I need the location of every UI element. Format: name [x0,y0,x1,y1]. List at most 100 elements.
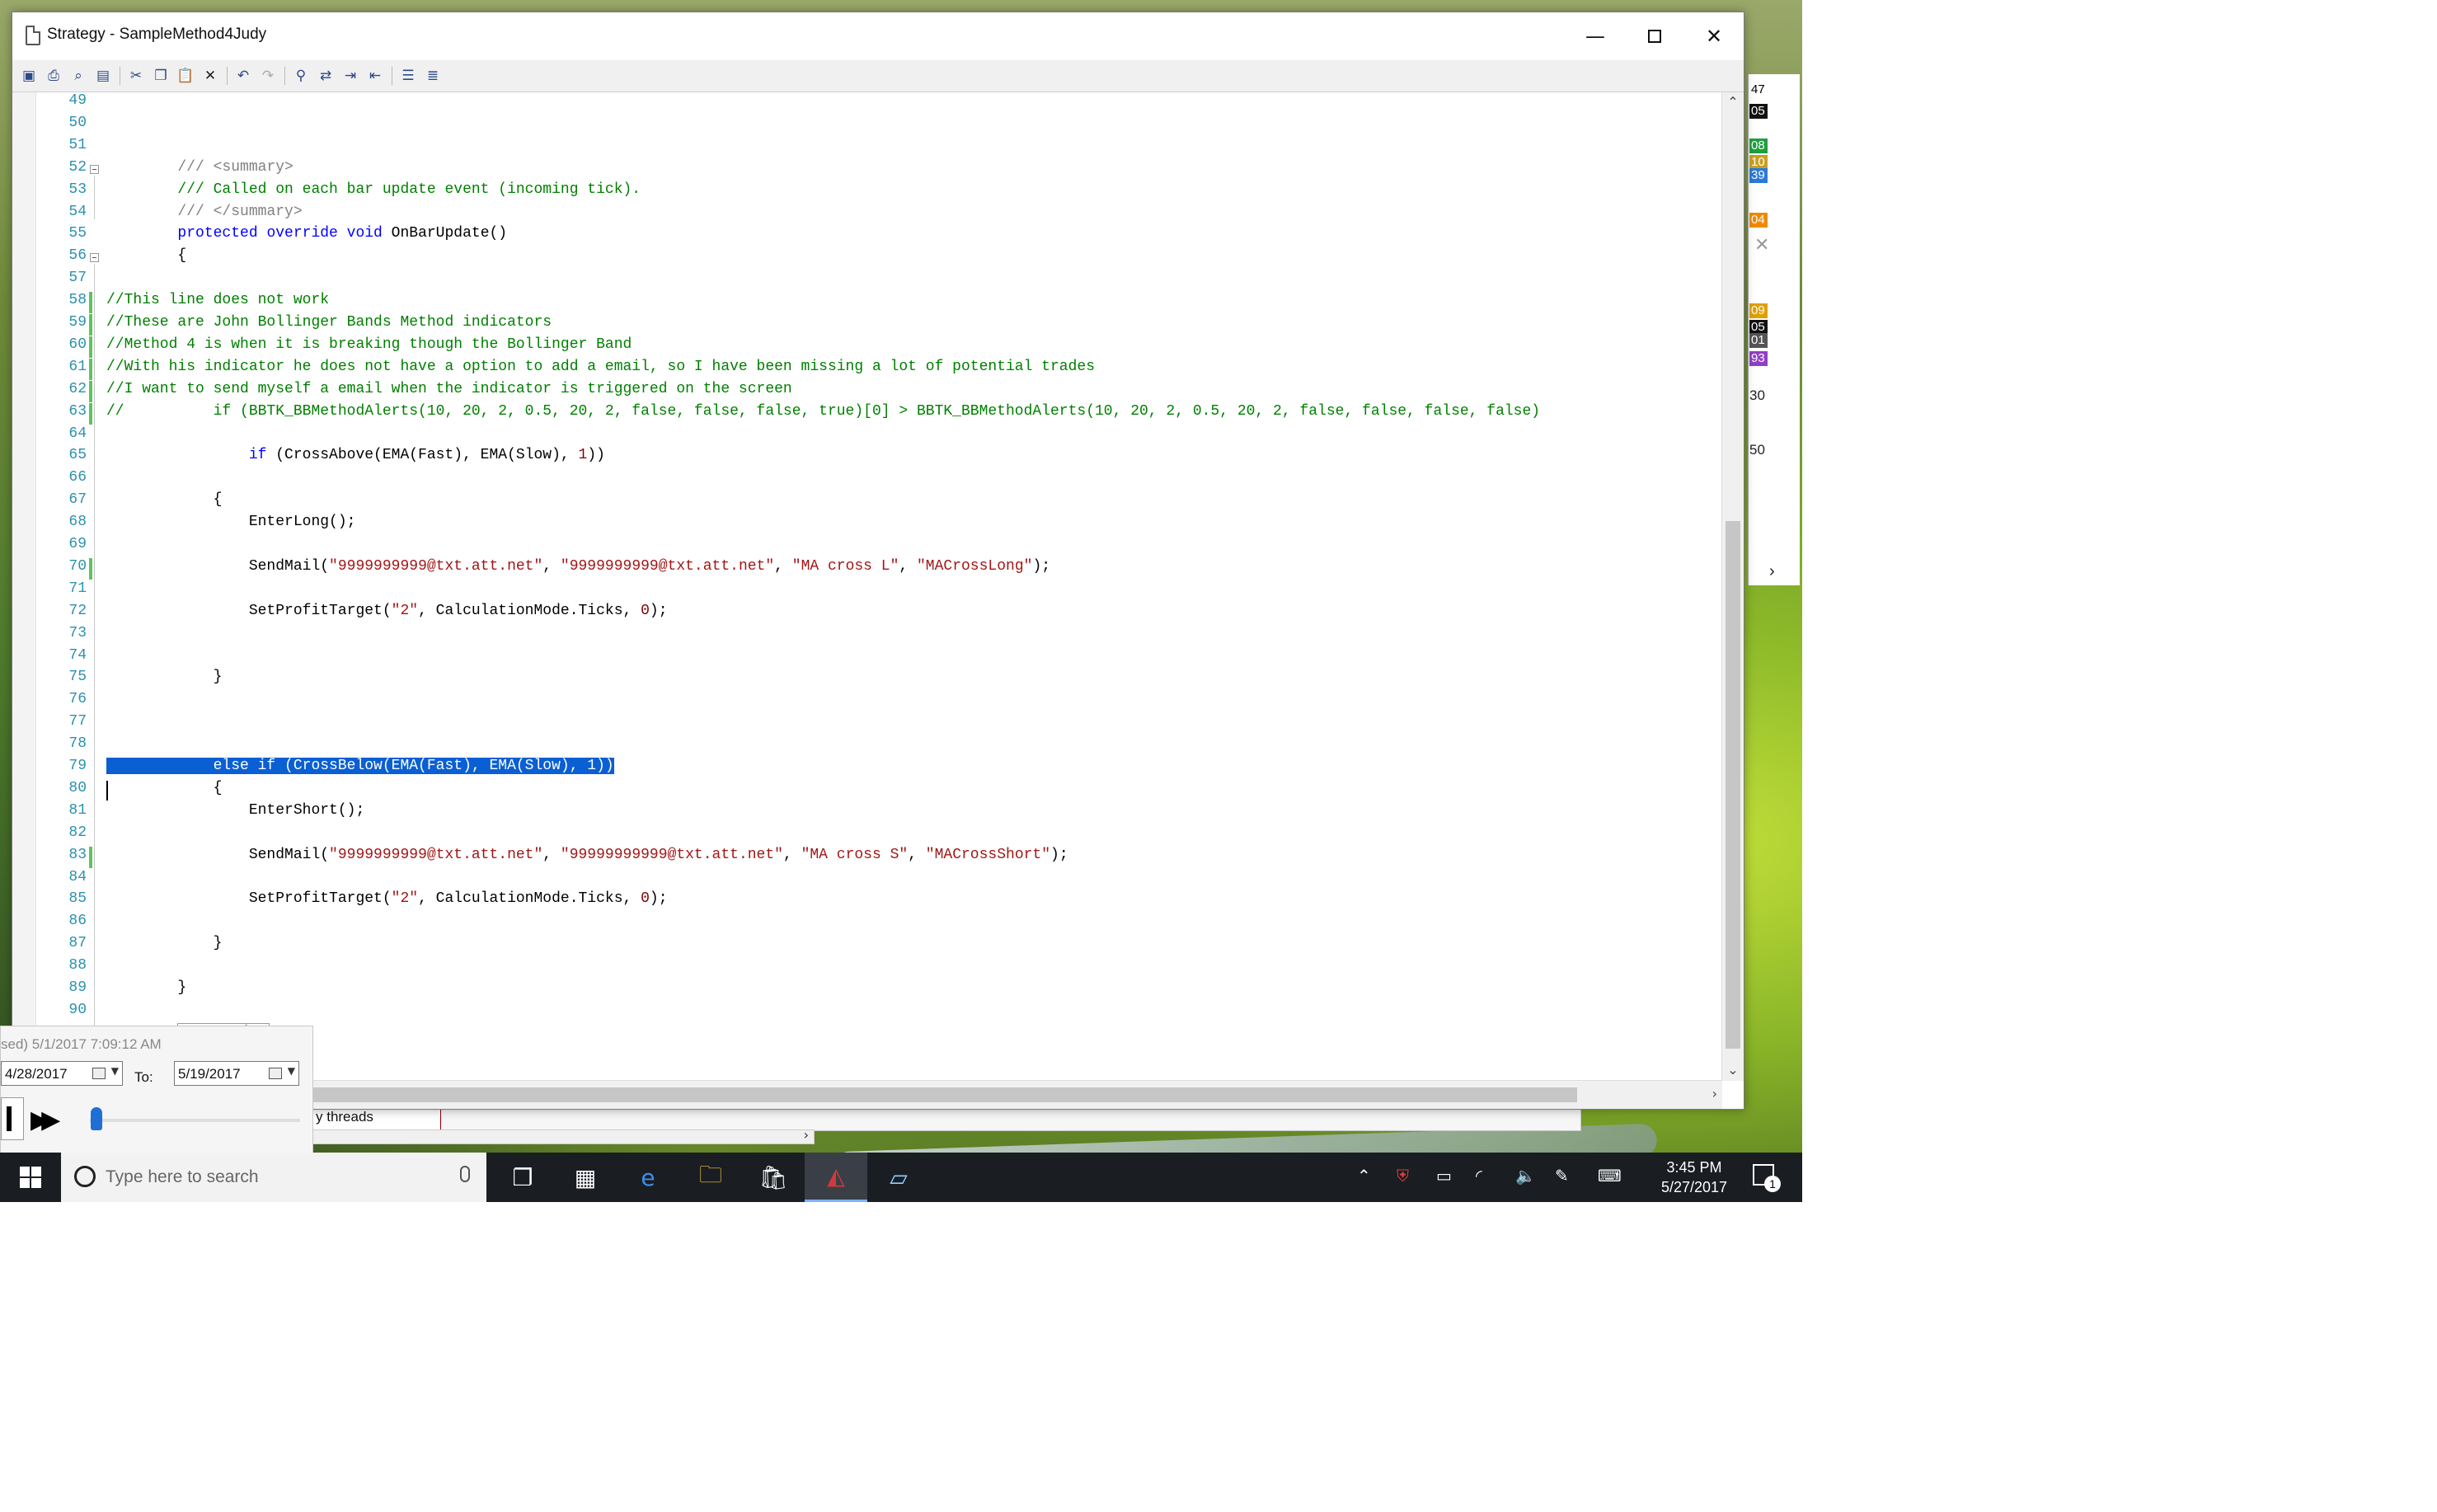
notepad-icon[interactable]: ▱ [867,1153,930,1202]
taskbar-search-box[interactable]: Type here to search [61,1153,486,1202]
code-line[interactable]: 58 //This line does not work [12,292,1719,314]
code-line[interactable]: 63 // if (BBTK_BBMethodAlerts(10, 20, 2, … [12,402,1719,425]
code-line[interactable]: 84 [12,869,1719,890]
cut-icon[interactable]: ✂ [126,67,146,85]
vertical-scroll-thumb[interactable] [1726,521,1740,1049]
indent-icon[interactable]: ⇥ [340,67,360,85]
code-line[interactable]: 72 SetProfitTarget("2", CalculationMode.… [12,603,1719,624]
code-line[interactable]: 88 [12,957,1719,979]
pen-icon[interactable]: ✎ [1555,1166,1569,1186]
ninjatrader-icon[interactable]: ◭ [805,1153,867,1202]
code-line[interactable]: 53 /// Called on each bar update event (… [12,181,1719,203]
dropdown-arrow-icon[interactable]: ▼ [111,1065,119,1077]
code-line[interactable]: 49 [12,92,1719,114]
code-line[interactable]: 83 SendMail("9999999999@txt.att.net", "9… [12,846,1719,868]
code-line[interactable]: 86 [12,913,1719,934]
code-line[interactable]: 73 [12,625,1719,646]
shield-icon[interactable]: ⛨ [1397,1166,1409,1186]
background-close-icon[interactable]: ✕ [1754,234,1769,256]
code-line[interactable]: 68 EnterLong(); [12,514,1719,535]
code-line[interactable]: 75 } [12,669,1719,690]
background-scrollbar[interactable]: › [310,1127,815,1144]
battery-icon[interactable]: ▭ [1436,1166,1452,1186]
code-line[interactable]: 77 [12,713,1719,735]
scroll-down-icon[interactable]: ⌄ [1722,1062,1744,1078]
scroll-right-icon[interactable]: › [1712,1086,1717,1101]
code-line[interactable]: 89 } [12,979,1719,1001]
fast-forward-button[interactable]: ▶▶ [31,1106,60,1134]
fold-toggle-icon[interactable] [90,164,99,174]
playback-slider-thumb[interactable] [91,1107,103,1130]
undo-icon[interactable]: ↶ [233,67,253,85]
replace-icon[interactable]: ⇄ [316,67,336,85]
edge-icon[interactable]: e [617,1153,679,1202]
uncomment-icon[interactable]: ≣ [423,67,443,85]
background-chevron-right-icon[interactable]: › [1769,562,1775,581]
start-button[interactable] [0,1153,61,1202]
code-line[interactable]: 78 [12,735,1719,757]
vertical-scrollbar[interactable]: ⌃ ⌄ [1721,92,1744,1081]
code-line[interactable]: 51 [12,137,1719,158]
code-line[interactable]: 85 SetProfitTarget("2", CalculationMode.… [12,890,1719,912]
microphone-icon[interactable] [460,1166,470,1182]
find-icon[interactable]: ⚲ [291,67,311,85]
code-editor[interactable]: 49 50 51 52 /// <summary> 53 /// Called on e… [12,92,1744,1109]
paste-icon[interactable]: 📋 [176,67,195,85]
task-view-icon[interactable]: ❐ [491,1153,554,1202]
delete-icon[interactable]: ✕ [200,67,220,85]
to-date-picker[interactable]: 5/19/2017 ▼ [174,1061,299,1086]
code-line[interactable]: 64 [12,425,1719,447]
save-icon[interactable]: ▣ [19,67,39,85]
code-line[interactable]: 82 [12,824,1719,846]
from-date-picker[interactable]: 4/28/2017 ▼ [1,1061,123,1086]
dropdown-arrow-icon[interactable]: ▼ [288,1065,295,1077]
code-line[interactable]: 81 EnterShort(); [12,802,1719,824]
outdent-icon[interactable]: ⇤ [365,67,385,85]
code-line[interactable]: 57 [12,270,1719,291]
action-center-icon[interactable]: 1 [1753,1164,1781,1192]
scroll-right-icon[interactable]: › [804,1127,809,1143]
title-bar[interactable]: Strategy - SampleMethod4Judy — ✕ [12,12,1744,60]
code-line[interactable]: 50 [12,115,1719,136]
code-line[interactable]: 80 { [12,780,1719,801]
code-line[interactable]: 90 [12,1002,1719,1023]
print-icon[interactable]: ⎙ [44,67,63,85]
copy-icon[interactable]: ❐ [151,67,171,85]
keyboard-icon[interactable]: ⌨ [1598,1166,1622,1186]
playback-slider-track[interactable] [90,1119,300,1122]
file-explorer-icon[interactable]: 🗀 [679,1153,742,1202]
code-line[interactable]: 69 [12,536,1719,557]
close-button[interactable]: ✕ [1684,12,1744,60]
redo-icon[interactable]: ↷ [258,67,278,85]
wifi-icon[interactable]: ◜ [1476,1166,1482,1186]
taskbar-clock[interactable]: 3:45 PM 5/27/2017 [1649,1157,1740,1197]
code-line[interactable]: 74 [12,647,1719,669]
code-line[interactable]: 54 /// </summary> [12,204,1719,225]
code-line[interactable]: 61 //With his indicator he does not have … [12,358,1719,380]
code-line[interactable]: 87 } [12,935,1719,956]
page-setup-icon[interactable]: ▤ [93,67,113,85]
calculator-icon[interactable]: ▦ [554,1153,617,1202]
code-line[interactable]: 59 //These are John Bollinger Bands Metho… [12,314,1719,336]
code-line[interactable]: 55 protected override void OnBarUpdate() [12,225,1719,247]
code-line[interactable]: 76 [12,691,1719,712]
maximize-button[interactable] [1625,12,1684,60]
code-line[interactable]: 71 [12,580,1719,602]
code-line[interactable]: 65 if (CrossAbove(EMA(Fast), EMA(Slow), … [12,447,1719,468]
code-line[interactable]: 67 { [12,491,1719,513]
comment-icon[interactable]: ☰ [398,67,418,85]
code-line[interactable]: 60 //Method 4 is when it is breaking thou… [12,336,1719,358]
code-line[interactable]: 70 SendMail("9999999999@txt.att.net", "9… [12,557,1719,580]
code-line[interactable]: 52 /// <summary> [12,159,1719,181]
print-preview-icon[interactable]: ⌕ [68,67,88,85]
scroll-up-icon[interactable]: ⌃ [1722,94,1744,110]
store-icon[interactable]: 🛍 [742,1153,805,1202]
code-line[interactable]: 79 else if (CrossBelow(EMA(Fast), EMA(Sl… [12,758,1719,779]
pause-button[interactable] [1,1097,24,1140]
volume-icon[interactable]: 🔈 [1515,1166,1536,1186]
fold-toggle-icon[interactable] [90,253,99,263]
minimize-button[interactable]: — [1566,12,1625,60]
code-line[interactable]: 62 //I want to send myself a email when t… [12,380,1719,402]
code-line[interactable]: 66 [12,469,1719,491]
chevron-up-icon[interactable]: ⌃ [1357,1166,1371,1186]
